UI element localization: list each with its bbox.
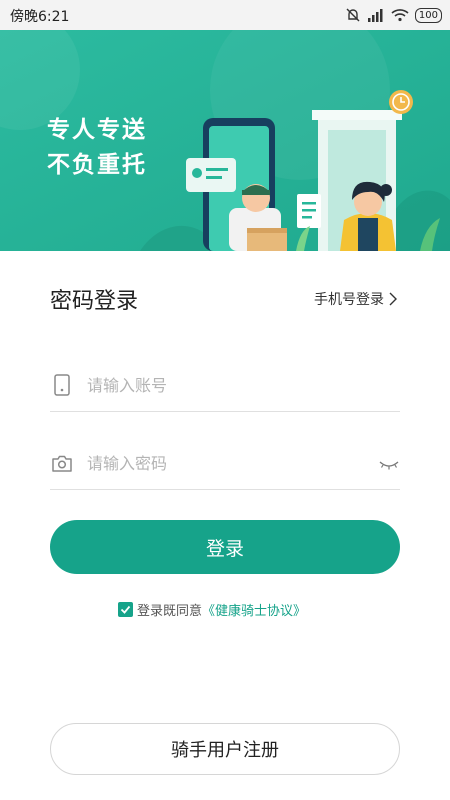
- agreement-row: 登录既同意 《健康骑士协议》: [118, 600, 306, 619]
- agreement-text: 登录既同意: [137, 604, 203, 619]
- agreement-checkbox[interactable]: [118, 602, 133, 617]
- password-input[interactable]: [87, 448, 347, 478]
- phone-login-link[interactable]: 手机号登录: [314, 289, 398, 309]
- camera-icon: [52, 455, 72, 472]
- password-field: [50, 441, 400, 490]
- battery-indicator: 100: [414, 7, 442, 23]
- banner-line-2: 不负重托: [47, 152, 147, 178]
- phone-login-label: 手机号登录: [314, 292, 384, 308]
- status-time: 傍晚6:21: [10, 9, 70, 25]
- eye-closed-icon[interactable]: [378, 453, 400, 475]
- wifi-icon: [391, 9, 409, 22]
- login-button[interactable]: 登录: [50, 520, 400, 574]
- agreement-link[interactable]: 《健康骑士协议》: [202, 600, 306, 619]
- chevron-right-icon: [389, 292, 397, 306]
- banner-line-1: 专人专送: [47, 117, 147, 143]
- checkmark-icon: [120, 605, 131, 614]
- account-input[interactable]: [87, 370, 347, 400]
- signal-icon: [367, 9, 383, 22]
- account-field: [50, 363, 400, 412]
- rider-register-button[interactable]: 骑手用户注册: [50, 723, 400, 775]
- banner-slogan: 专人专送 不负重托: [47, 113, 147, 183]
- status-bar: 傍晚6:21 100: [0, 0, 450, 30]
- alarm-off-icon: [346, 8, 360, 22]
- phone-icon: [54, 374, 70, 396]
- hero-banner: 专人专送 不负重托: [0, 30, 450, 251]
- status-icons: 100: [345, 5, 442, 25]
- page-title: 密码登录: [50, 289, 139, 314]
